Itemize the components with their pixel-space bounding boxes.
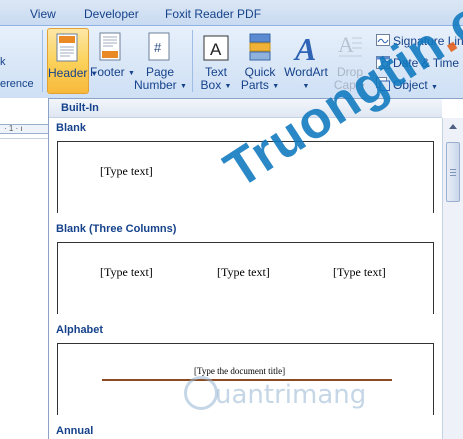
grip-line <box>450 169 456 170</box>
footer-icon <box>98 32 124 65</box>
header-label: Header <box>48 66 88 80</box>
drop-cap-icon: A <box>337 32 363 65</box>
header-button[interactable]: Header ▼ <box>47 28 98 94</box>
chevron-down-icon: ▼ <box>359 83 367 90</box>
text-box-button[interactable]: A Text Box ▼ <box>197 28 235 94</box>
date-time-label: Date & Time <box>393 56 460 70</box>
title-rule-line <box>102 379 392 381</box>
text-box-icon: A <box>202 32 230 65</box>
tab-developer[interactable]: Developer <box>84 7 139 21</box>
signature-line-icon <box>376 33 390 47</box>
signature-line-button[interactable]: Signature Line ▼ <box>376 33 463 51</box>
page-number-icon: # <box>147 32 173 65</box>
header-gallery-dropdown: Built-In Blank [Type text] Blank (Three … <box>48 98 463 439</box>
gallery-scrollbar[interactable] <box>442 118 463 439</box>
drop-cap-label-1: Drop <box>336 65 363 79</box>
wordart-label: WordArt <box>284 65 328 79</box>
gallery-section-header: Built-In <box>49 99 442 118</box>
document-area[interactable]: · 1 · ı <box>0 98 48 439</box>
ribbon-tab-strip: View Developer Foxit Reader PDF <box>0 0 463 26</box>
wordart-glyph: A <box>293 32 316 64</box>
quick-parts-icon <box>247 32 273 65</box>
drop-cap-glyph: A <box>338 32 354 57</box>
date-time-icon <box>376 55 390 69</box>
page-number-label-2: Number <box>134 78 177 92</box>
placeholder-text: [Type text] <box>333 265 386 279</box>
placeholder-text: [Type text] <box>100 164 153 178</box>
drop-cap-button[interactable]: A Drop Cap ▼ <box>332 28 368 94</box>
page-number-glyph: # <box>154 40 162 55</box>
grip-line <box>450 175 456 176</box>
gallery-item-label: Blank (Three Columns) <box>56 223 177 235</box>
tab-foxit-reader-pdf[interactable]: Foxit Reader PDF <box>165 7 261 21</box>
text-box-glyph: A <box>210 40 222 59</box>
scrollbar-thumb[interactable] <box>446 142 460 202</box>
object-button[interactable]: Object ▼ <box>376 77 438 95</box>
chevron-down-icon: ▼ <box>180 83 187 90</box>
signature-line-label: Signature Line <box>393 34 463 48</box>
quick-parts-label-2: Parts <box>240 78 269 92</box>
document-page[interactable] <box>0 138 48 439</box>
wordart-button[interactable]: A WordArt ▼ <box>282 28 330 94</box>
group-separator <box>42 30 43 92</box>
gallery-item-label: Annual <box>56 425 94 437</box>
gallery-item-alphabet[interactable]: [Type the document title] <box>57 343 434 415</box>
gallery-section-title: Built-In <box>61 102 99 114</box>
footer-button[interactable]: Footer ▼ <box>90 28 135 94</box>
cut-off-group: k erence <box>0 26 40 98</box>
text-box-label-1: Text <box>204 65 227 79</box>
chevron-down-icon: ▼ <box>431 84 438 91</box>
ruler-ticks: · 1 · ı <box>4 124 23 133</box>
header-icon <box>55 33 81 66</box>
object-label: Object <box>393 78 428 92</box>
ribbon-insert: k erence Header ▼ Footer ▼ # Page Number… <box>0 26 463 98</box>
page-number-label-1: Page <box>145 65 175 79</box>
object-icon <box>376 77 390 91</box>
drop-cap-label-2: Cap <box>333 78 356 92</box>
placeholder-text: [Type text] <box>217 265 270 279</box>
gallery-item-blank-three-columns[interactable]: [Type text] [Type text] [Type text] <box>57 242 434 314</box>
text-box-label-2: Box <box>200 78 222 92</box>
chevron-down-icon: ▼ <box>224 83 232 90</box>
date-time-button[interactable]: Date & Time <box>376 55 459 73</box>
horizontal-ruler: · 1 · ı <box>0 124 48 134</box>
watermark-q-icon <box>184 376 218 410</box>
grip-line <box>450 172 456 173</box>
chevron-down-icon: ▼ <box>272 83 280 90</box>
footer-label: Footer <box>90 65 125 79</box>
placeholder-text: [Type text] <box>100 265 153 279</box>
gallery-item-label: Alphabet <box>56 324 104 336</box>
gallery-item-label: Blank <box>56 122 86 134</box>
chevron-down-icon: ▼ <box>302 83 310 90</box>
gallery-item-blank[interactable]: [Type text] <box>57 141 434 213</box>
tab-view[interactable]: View <box>30 7 56 21</box>
scroll-up-icon[interactable] <box>446 120 460 133</box>
cut-off-label-1: k <box>0 56 6 68</box>
page-number-button[interactable]: # Page Number ▼ <box>134 28 187 94</box>
placeholder-text: [Type the document title] <box>194 366 286 376</box>
cut-off-label-2: erence <box>0 78 34 90</box>
quick-parts-button[interactable]: Quick Parts ▼ <box>240 28 280 94</box>
group-separator <box>192 30 193 92</box>
wordart-icon: A <box>292 31 320 67</box>
quick-parts-label-1: Quick <box>244 65 276 79</box>
